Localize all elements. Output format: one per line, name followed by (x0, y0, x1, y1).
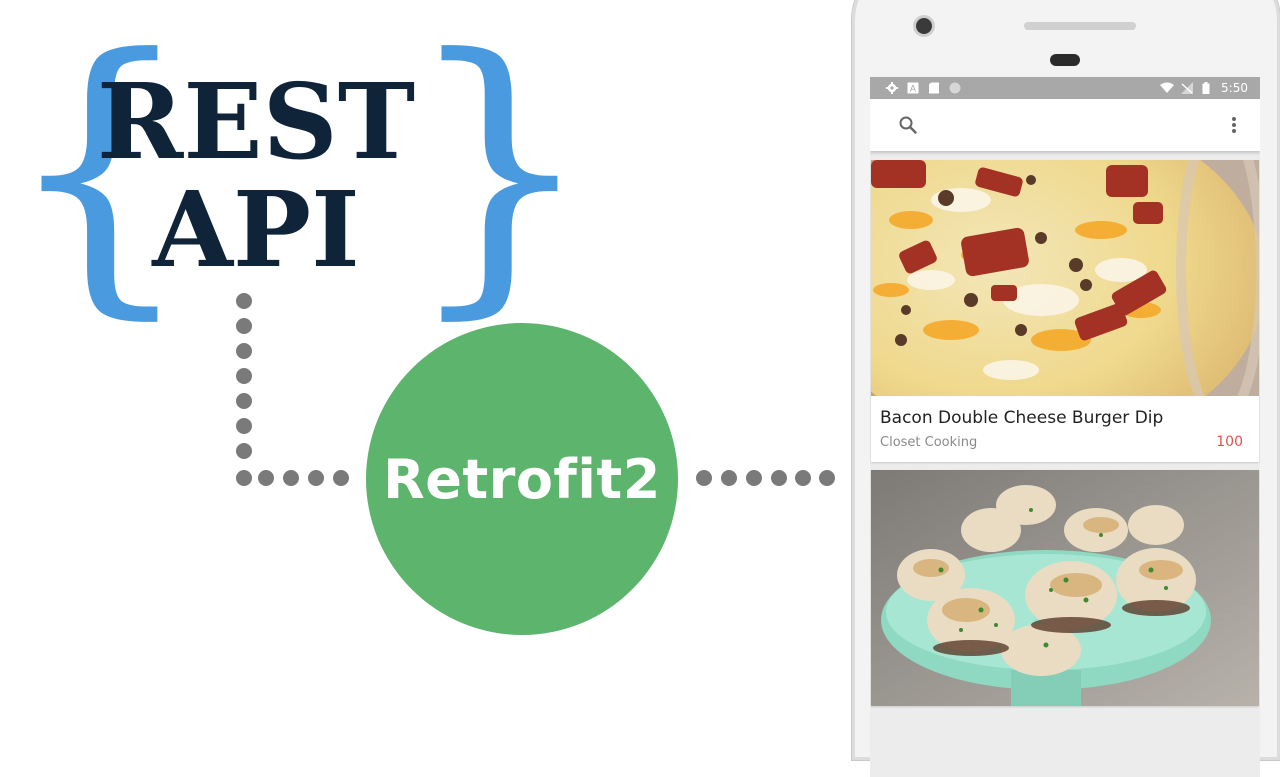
gear-icon (886, 82, 898, 94)
status-left-icons: A (886, 82, 961, 95)
wifi-icon (1160, 82, 1175, 94)
status-time: 5:50 (1221, 81, 1248, 95)
overflow-menu-icon[interactable] (1222, 113, 1246, 137)
recipe-feed[interactable]: Bacon Double Cheese Burger Dip Closet Co… (870, 151, 1260, 706)
recipe-card[interactable] (871, 470, 1259, 706)
recipe-publisher: Closet Cooking (880, 434, 978, 450)
phone-screen: A 5:50 Bacon Double Cheese Burger Dip Cl… (870, 77, 1260, 777)
recipe-card[interactable]: Bacon Double Cheese Burger Dip Closet Co… (871, 160, 1259, 462)
search-icon[interactable] (896, 113, 920, 137)
status-right-icons: 5:50 (1160, 81, 1248, 95)
status-bar: A 5:50 (870, 77, 1260, 99)
retrofit-circle: Retrofit2 (366, 323, 678, 635)
retrofit-label: Retrofit2 (383, 447, 661, 511)
phone-mockup: A 5:50 Bacon Double Cheese Burger Dip Cl… (852, 0, 1280, 777)
front-camera (916, 18, 932, 34)
a-icon: A (907, 82, 919, 95)
recipe-meta: Closet Cooking 100 (880, 434, 1243, 450)
earpiece-speaker (1024, 22, 1136, 30)
recipe-title: Bacon Double Cheese Burger Dip (880, 408, 1164, 428)
recipe-rank: 100 (1216, 434, 1243, 450)
battery-icon (1202, 82, 1210, 94)
proximity-sensor (1050, 54, 1080, 66)
circle-icon (949, 82, 961, 94)
stuffed-mushrooms-photo (871, 470, 1259, 706)
sd-card-icon (928, 82, 940, 94)
no-signal-icon (1181, 82, 1194, 94)
cheesy-dip-photo (871, 160, 1259, 396)
recipe-card-body: Bacon Double Cheese Burger Dip Closet Co… (871, 396, 1259, 462)
app-toolbar (870, 99, 1260, 151)
svg-text:A: A (910, 85, 917, 95)
